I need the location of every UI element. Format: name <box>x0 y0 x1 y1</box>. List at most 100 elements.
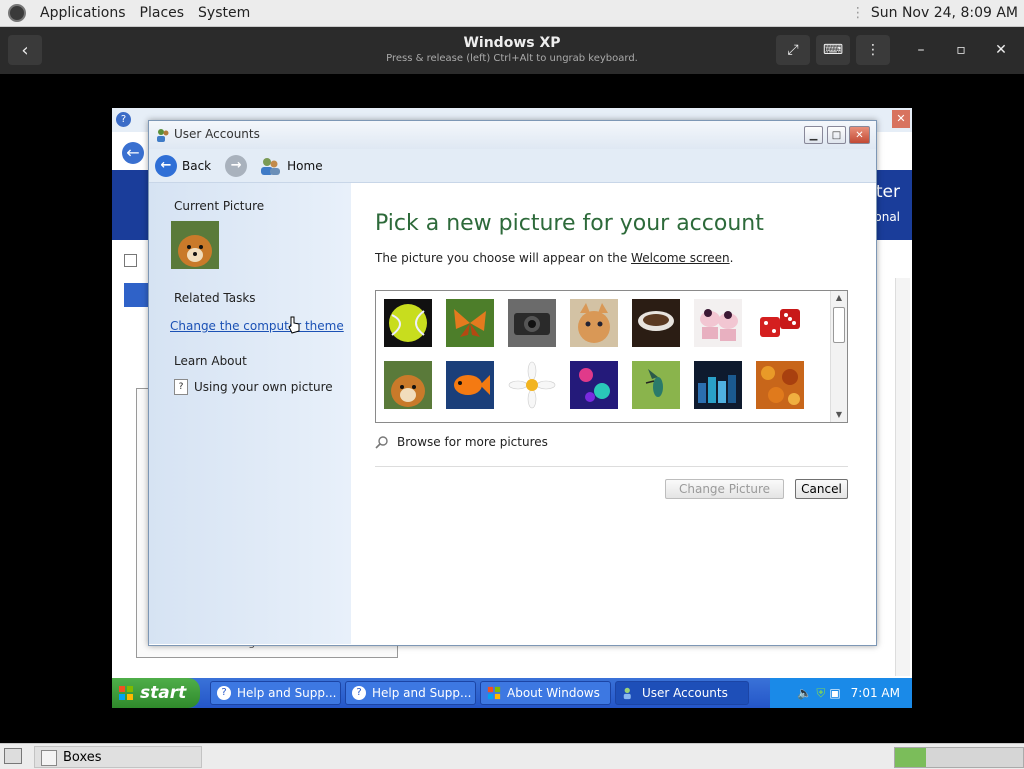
help-question-icon: ? <box>174 379 188 395</box>
back-button[interactable]: Back <box>182 159 211 173</box>
close-icon[interactable]: ✕ <box>984 35 1018 65</box>
workspace-switcher[interactable] <box>894 747 1024 768</box>
forward-arrow-icon[interactable]: → <box>225 154 248 177</box>
browse-label[interactable]: Browse for more pictures <box>397 435 548 449</box>
tray-clock[interactable]: 7:01 AM <box>851 686 900 700</box>
picture-camera[interactable] <box>508 299 556 347</box>
current-picture-avatar <box>171 221 219 269</box>
task-pane: Current Picture Related Tasks Change the… <box>149 183 351 644</box>
help-icon: ? <box>217 686 231 700</box>
scroll-up-arrow-icon[interactable]: ▲ <box>831 291 847 305</box>
user-accounts-window: User Accounts ▁ □ ✕ ← Back → Home Curren… <box>148 120 877 646</box>
xp-taskbar: start ? Help and Supp... ? Help and Supp… <box>112 678 912 708</box>
maximize-button[interactable]: □ <box>827 126 846 144</box>
taskbar-about-windows[interactable]: About Windows <box>480 681 611 705</box>
picture-cupcakes[interactable] <box>694 299 742 347</box>
taskbar-label: Help and Supp... <box>372 686 472 700</box>
system-tray: 🔈 ⛨ ▣ 7:01 AM <box>770 678 912 708</box>
picture-tennis-ball[interactable] <box>384 299 432 347</box>
divider <box>375 466 848 467</box>
taskbar-label: User Accounts <box>642 686 728 700</box>
scroll-thumb[interactable] <box>833 307 845 343</box>
picture-city-lights[interactable] <box>694 361 742 409</box>
picture-dice[interactable] <box>756 299 804 347</box>
picture-tropical-fish[interactable] <box>446 361 494 409</box>
help-scrollbar[interactable] <box>895 278 910 676</box>
description-text: The picture you choose will appear on th… <box>375 251 632 265</box>
gnome-top-panel: Applications Places System ⋮ Sun Nov 24,… <box>0 0 1024 27</box>
windows-flag-icon <box>487 686 501 700</box>
picture-pomeranian-dog[interactable] <box>384 361 432 409</box>
user-accounts-icon <box>157 129 169 142</box>
taskbar-label: Help and Supp... <box>237 686 337 700</box>
mouse-pointer-icon <box>288 316 300 334</box>
home-users-icon[interactable] <box>259 155 281 177</box>
taskbar-label: About Windows <box>507 686 600 700</box>
scroll-down-arrow-icon[interactable]: ▼ <box>831 408 847 422</box>
picture-hummingbird[interactable] <box>632 361 680 409</box>
show-desktop-icon[interactable] <box>4 748 22 764</box>
picture-gallery: ▲ ▼ <box>375 290 848 423</box>
help-icon: ? <box>116 112 131 127</box>
minimize-button[interactable]: ▁ <box>804 126 823 144</box>
start-label: start <box>140 683 187 703</box>
close-button[interactable]: ✕ <box>849 126 870 144</box>
panel-handle-icon: ⋮ <box>850 5 865 21</box>
taskbar-boxes-label: Boxes <box>63 749 102 765</box>
boxes-app-icon <box>41 750 57 766</box>
learn-about-label: Learn About <box>174 354 247 368</box>
gnome-foot-icon <box>8 4 26 22</box>
related-tasks-label: Related Tasks <box>174 291 256 305</box>
own-picture-link[interactable]: Using your own picture <box>194 380 333 394</box>
user-accounts-titlebar[interactable]: User Accounts ▁ □ ✕ <box>149 121 876 149</box>
navigation-bar: ← Back → Home <box>149 149 876 183</box>
change-picture-button[interactable]: Change Picture <box>665 479 784 499</box>
network-icon[interactable]: ▣ <box>829 686 840 700</box>
maximize-icon[interactable]: ▫ <box>944 35 978 65</box>
browse-more-pictures[interactable]: Browse for more pictures <box>375 435 548 449</box>
security-shield-icon[interactable]: ⛨ <box>816 686 825 701</box>
menu-icon[interactable]: ⋮ <box>856 35 890 65</box>
picture-butterfly[interactable] <box>446 299 494 347</box>
help-icon: ? <box>352 686 366 700</box>
picture-picker-pane: Pick a new picture for your account The … <box>351 183 876 644</box>
user-accounts-icon <box>623 687 631 700</box>
picture-coffee-cup[interactable] <box>632 299 680 347</box>
places-menu[interactable]: Places <box>140 5 185 21</box>
welcome-screen-link[interactable]: Welcome screen <box>631 251 730 265</box>
window-title: User Accounts <box>174 127 260 141</box>
taskbar-user-accounts[interactable]: User Accounts <box>615 681 749 705</box>
applications-menu[interactable]: Applications <box>40 5 126 21</box>
system-menu[interactable]: System <box>198 5 250 21</box>
change-theme-link[interactable]: Change the computer theme <box>170 319 344 333</box>
picture-autumn-leaves[interactable] <box>756 361 804 409</box>
gallery-scrollbar[interactable]: ▲ ▼ <box>830 291 847 422</box>
picture-daisy[interactable] <box>508 361 556 409</box>
picture-kitten[interactable] <box>570 299 618 347</box>
taskbar-help-and-support-1[interactable]: ? Help and Supp... <box>210 681 341 705</box>
vm-screen[interactable]: ? ✕ ← nter ional Microsoft Knowledge Bas… <box>112 108 912 708</box>
gnome-bottom-panel: Boxes <box>0 743 1024 769</box>
minimize-icon[interactable]: – <box>904 35 938 65</box>
clock[interactable]: Sun Nov 24, 8:09 AM <box>871 5 1018 21</box>
picture-abstract-flower[interactable] <box>570 361 618 409</box>
help-close-icon[interactable]: ✕ <box>892 110 910 128</box>
taskbar-boxes[interactable]: Boxes <box>34 746 202 768</box>
description-end: . <box>729 251 734 265</box>
start-button[interactable]: start <box>112 678 200 708</box>
fullscreen-icon[interactable]: ⤢ <box>776 35 810 65</box>
page-title: Pick a new picture for your account <box>375 211 764 236</box>
help-checkbox[interactable] <box>124 254 137 267</box>
home-button[interactable]: Home <box>287 159 322 173</box>
current-picture-label: Current Picture <box>174 199 265 213</box>
keyboard-icon[interactable]: ⌨ <box>816 35 850 65</box>
taskbar-help-and-support-2[interactable]: ? Help and Supp... <box>345 681 476 705</box>
boxes-header: ‹ Windows XP Press & release (left) Ctrl… <box>0 27 1024 74</box>
magnifier-icon <box>375 436 388 449</box>
help-back-icon[interactable]: ← <box>122 142 144 164</box>
description: The picture you choose will appear on th… <box>375 251 733 265</box>
workspace-1[interactable] <box>895 748 926 767</box>
back-arrow-icon[interactable]: ← <box>155 154 177 177</box>
cancel-button[interactable]: Cancel <box>795 479 848 499</box>
volume-icon[interactable]: 🔈 <box>797 686 812 700</box>
